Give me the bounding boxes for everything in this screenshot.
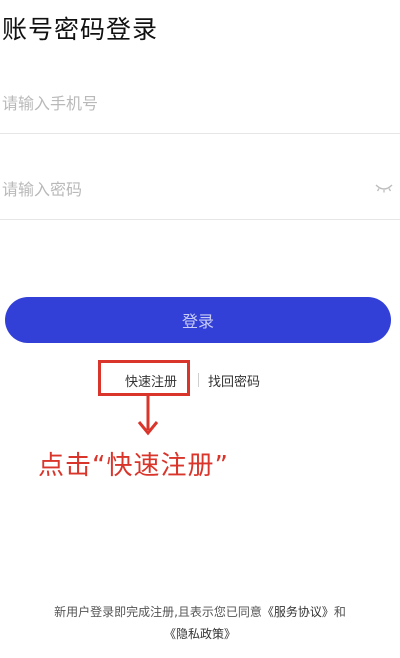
privacy-policy-link[interactable]: 《隐私政策》 [164,627,236,641]
forgot-password-link[interactable]: 找回密码 [208,371,260,390]
password-input[interactable] [2,160,362,218]
password-field [0,160,400,220]
page-title: 账号密码登录 [2,15,159,44]
link-divider [198,373,199,387]
agreement-notice: 新用户登录即完成注册,且表示您已同意《服务协议》和 《隐私政策》 [0,601,400,645]
agreement-and: 和 [333,605,346,619]
service-agreement-link[interactable]: 《服务协议》 [262,605,334,619]
down-arrow-icon [137,396,159,436]
auth-links: 快速注册 找回密码 [0,371,400,391]
agreement-prefix: 新用户登录即完成注册,且表示您已同意 [54,605,262,619]
annotation-text: 点击“快速注册” [38,451,229,481]
phone-underline [0,133,400,134]
phone-field [0,74,400,134]
login-button[interactable]: 登录 [5,297,391,343]
register-highlight-box [98,360,190,396]
phone-input[interactable] [2,74,362,132]
password-underline [0,219,400,220]
eye-closed-icon[interactable] [374,180,394,196]
